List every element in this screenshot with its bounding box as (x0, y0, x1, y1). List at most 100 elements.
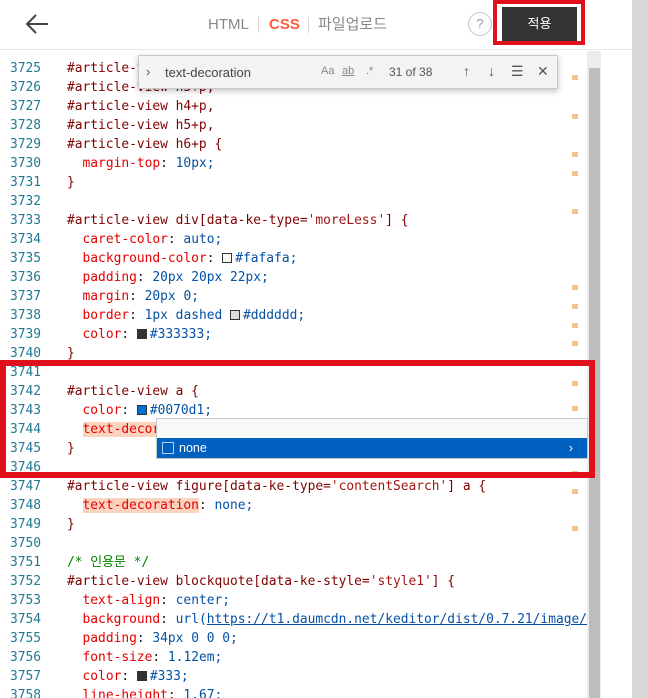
color-swatch[interactable] (222, 253, 233, 263)
code-line[interactable]: 3752 #article-view blockquote[data-ke-sty… (0, 572, 600, 591)
previous-match-icon[interactable]: ↑ (463, 63, 470, 79)
regex-toggle[interactable]: .* (366, 65, 373, 77)
code-line[interactable]: 3733 #article-view div[data-ke-type='more… (0, 211, 600, 230)
line-number: 3733 (10, 213, 42, 228)
line-number: 3744 (10, 422, 42, 437)
line-number: 3740 (10, 346, 42, 361)
code-text: #article-view h4+p, (67, 99, 215, 114)
find-match-marker (572, 323, 578, 328)
line-number: 3746 (10, 460, 42, 475)
code-line[interactable]: 3751 /* 인용문 */ (0, 553, 600, 572)
match-case-toggle[interactable]: Aa (321, 65, 334, 77)
code-line[interactable]: 3750 (0, 534, 600, 553)
line-number: 3734 (10, 232, 42, 247)
apply-button[interactable]: 적용 (502, 7, 577, 41)
find-match-marker (572, 304, 578, 309)
find-input[interactable]: text-decoration (165, 65, 251, 80)
code-text: padding: 34px 0 0 0; (82, 631, 238, 646)
code-line[interactable]: 3732 (0, 192, 600, 211)
find-match-marker (572, 471, 578, 476)
chevron-right-icon[interactable]: › (569, 438, 573, 458)
color-swatch[interactable] (136, 671, 147, 681)
code-line[interactable]: 3727 #article-view h4+p, (0, 97, 600, 116)
code-line[interactable]: 3753 text-align: center; (0, 591, 600, 610)
line-number: 3753 (10, 593, 42, 608)
tab-file-upload[interactable]: 파일업로드 (318, 0, 387, 50)
find-match-marker (572, 526, 578, 531)
line-number: 3737 (10, 289, 42, 304)
find-match-marker (572, 171, 578, 176)
code-line[interactable]: 3746 (0, 458, 600, 477)
code-line[interactable]: 3738 border: 1px dashed #dddddd; (0, 306, 600, 325)
line-number: 3750 (10, 536, 42, 551)
code-text: line-height: 1.67; (82, 688, 223, 698)
code-editor[interactable]: 3725#article-v3726#article-view h3+p,372… (0, 51, 600, 698)
code-line[interactable]: 3735 background-color: #fafafa; (0, 249, 600, 268)
code-line[interactable]: 3747 #article-view figure[data-ke-type='c… (0, 477, 600, 496)
match-count: 31 of 38 (389, 65, 433, 79)
line-number: 3738 (10, 308, 42, 323)
code-line[interactable]: 3757 color: #333; (0, 667, 600, 686)
line-number: 3735 (10, 251, 42, 266)
line-number: 3751 (10, 555, 42, 570)
tab-html[interactable]: HTML (208, 0, 249, 50)
line-number: 3726 (10, 80, 42, 95)
line-number: 3730 (10, 156, 42, 171)
color-swatch[interactable] (230, 310, 241, 320)
suggestion-item[interactable]: none › (157, 438, 587, 458)
next-match-icon[interactable]: ↓ (488, 63, 495, 79)
scrollbar-thumb[interactable] (589, 68, 600, 698)
code-line[interactable]: 3758 line-height: 1.67; (0, 686, 600, 698)
code-line[interactable]: 3749} (0, 515, 600, 534)
code-text: #article-view a { (67, 384, 199, 399)
code-line[interactable]: 3739 color: #333333; (0, 325, 600, 344)
line-number: 3758 (10, 688, 42, 698)
code-text: margin: 20px 0; (82, 289, 199, 304)
code-line[interactable]: 3729 #article-view h6+p { (0, 135, 600, 154)
find-in-selection-icon[interactable]: ☰ (511, 63, 524, 80)
help-button[interactable]: ? (468, 12, 492, 36)
code-text: /* 인용문 */ (67, 555, 150, 570)
color-swatch[interactable] (136, 329, 147, 339)
close-icon[interactable]: ✕ (537, 63, 549, 80)
line-number: 3727 (10, 99, 42, 114)
toggle-replace-chevron-icon[interactable]: › (146, 64, 150, 79)
code-text: background: url(https://t1.daumcdn.net/k… (82, 612, 595, 627)
code-line[interactable]: 3756 font-size: 1.12em; (0, 648, 600, 667)
code-line[interactable]: 3754 background: url(https://t1.daumcdn.… (0, 610, 600, 629)
code-line[interactable]: 3740} (0, 344, 600, 363)
code-text: background-color: #fafafa; (82, 251, 298, 266)
code-line[interactable]: 3731} (0, 173, 600, 192)
tab-divider (308, 17, 309, 33)
overview-ruler (572, 51, 582, 698)
enum-value-icon (162, 442, 174, 454)
code-line[interactable]: 3728 #article-view h5+p, (0, 116, 600, 135)
code-text: #article-view figure[data-ke-type='conte… (67, 479, 487, 494)
find-match-marker (572, 75, 578, 80)
tab-css[interactable]: CSS (269, 0, 300, 50)
find-match-marker (572, 341, 578, 346)
code-line[interactable]: 3737 margin: 20px 0; (0, 287, 600, 306)
color-swatch[interactable] (136, 405, 147, 415)
code-line[interactable]: 3748 text-decoration: none; (0, 496, 600, 515)
code-line[interactable]: 3742 #article-view a { (0, 382, 600, 401)
code-line[interactable]: 3755 padding: 34px 0 0 0; (0, 629, 600, 648)
match-whole-word-toggle[interactable]: ab (342, 65, 354, 77)
line-number: 3741 (10, 365, 42, 380)
code-line[interactable]: 3736 padding: 20px 20px 22px; (0, 268, 600, 287)
find-match-marker (572, 489, 578, 494)
code-text: text-decoration: none; (82, 498, 254, 513)
line-number: 3757 (10, 669, 42, 684)
code-line[interactable]: 3730 margin-top: 10px; (0, 154, 600, 173)
line-number: 3732 (10, 194, 42, 209)
code-text: color: #333333; (82, 327, 212, 342)
line-number: 3745 (10, 441, 42, 456)
code-line[interactable]: 3734 caret-color: auto; (0, 230, 600, 249)
find-widget: › text-decoration Aa ab .* 31 of 38 ↑ ↓ … (138, 55, 558, 89)
code-text: margin-top: 10px; (82, 156, 215, 171)
line-number: 3728 (10, 118, 42, 133)
code-text: caret-color: auto; (82, 232, 223, 247)
code-line[interactable]: 3741 (0, 363, 600, 382)
code-text: text-align: center; (82, 593, 230, 608)
tab-divider (258, 17, 259, 33)
